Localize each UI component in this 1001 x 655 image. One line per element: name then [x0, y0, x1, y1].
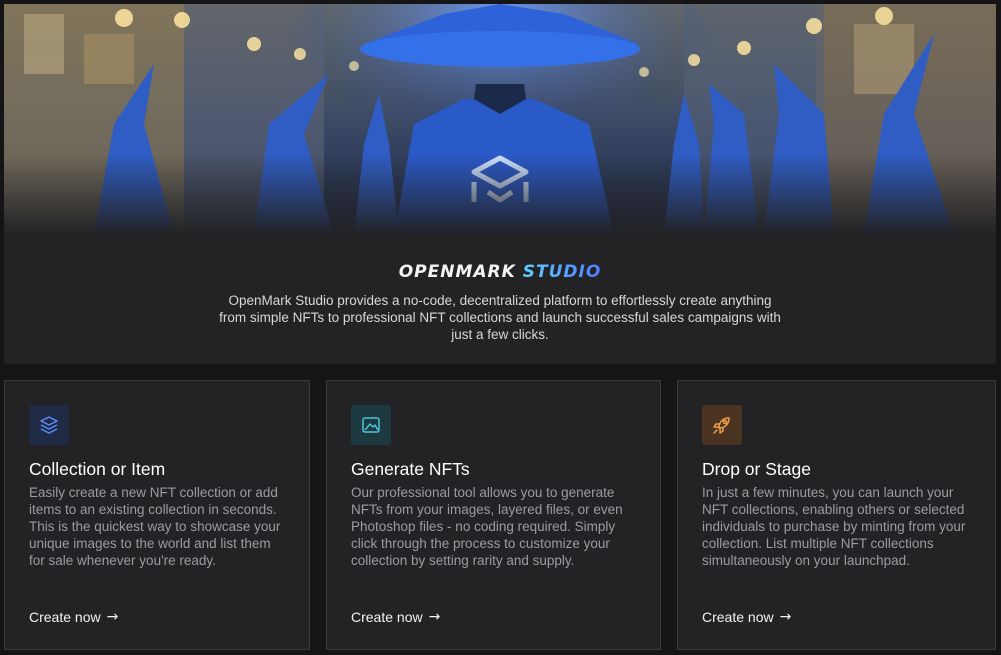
brand-title: OPENMARK STUDIO: [4, 262, 996, 282]
card-title: Collection or Item: [29, 459, 166, 479]
intro-description: OpenMark Studio provides a no-code, dece…: [219, 293, 781, 342]
card-description: Easily create a new NFT collection or ad…: [29, 485, 281, 568]
layers-icon: [40, 416, 58, 434]
hero-illustration: [4, 4, 996, 234]
card-generate-nfts: Generate NFTs Our professional tool allo…: [326, 380, 661, 650]
brand-title-part1: OPENMARK: [398, 262, 516, 282]
card-description: Our professional tool allows you to gene…: [351, 485, 623, 568]
card-drop-or-stage: Drop or Stage In just a few minutes, you…: [677, 380, 996, 650]
brand-title-part2: STUDIO: [522, 262, 602, 282]
card-icon-box: [29, 405, 69, 445]
card-title: Drop or Stage: [702, 459, 811, 479]
arrow-right-icon: →: [106, 609, 119, 625]
card-icon-box: [351, 405, 391, 445]
hero-panel: OPENMARK STUDIO OpenMark Studio provides…: [4, 4, 996, 364]
arrow-right-icon: →: [779, 609, 792, 625]
create-now-link[interactable]: Create now →: [702, 609, 791, 625]
create-now-link[interactable]: Create now →: [29, 609, 118, 625]
image-icon: [362, 417, 380, 433]
create-now-link[interactable]: Create now →: [351, 609, 440, 625]
card-collection-or-item: Collection or Item Easily create a new N…: [4, 380, 310, 650]
create-now-label: Create now: [702, 609, 774, 625]
card-icon-box: [702, 405, 742, 445]
arrow-right-icon: →: [428, 609, 441, 625]
card-title: Generate NFTs: [351, 459, 470, 479]
create-now-label: Create now: [29, 609, 101, 625]
rocket-icon: [713, 417, 730, 434]
create-now-label: Create now: [351, 609, 423, 625]
intro-section: OPENMARK STUDIO OpenMark Studio provides…: [4, 234, 996, 364]
card-description: In just a few minutes, you can launch yo…: [702, 485, 966, 568]
feature-cards: Collection or Item Easily create a new N…: [4, 380, 996, 650]
